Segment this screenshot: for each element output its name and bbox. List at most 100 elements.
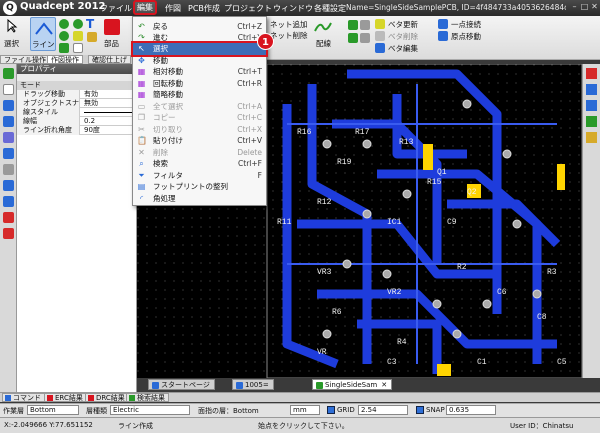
menu-item-copy[interactable]: ❐ コピー Ctrl+C [133, 112, 266, 124]
pcb-pad [512, 219, 522, 229]
tab-start-page[interactable]: スタートページ [148, 379, 215, 390]
tab-1005[interactable]: 1005= [232, 379, 274, 390]
property-value[interactable]: 0.2 [81, 117, 137, 126]
dimension-tool-icon[interactable] [87, 32, 97, 42]
image-tool-icon[interactable] [73, 43, 83, 53]
menu-item-shortcut: Ctrl+T [237, 67, 262, 76]
layer-type-select[interactable]: Electric [110, 405, 190, 415]
tab-drc-result[interactable]: DRC結果 [85, 393, 129, 402]
property-value[interactable]: 90度 [81, 126, 137, 135]
circle-tool-icon[interactable] [59, 19, 69, 29]
unit-select[interactable]: mm [290, 405, 320, 415]
pcb-pad [362, 209, 372, 219]
pcb-pad [362, 139, 372, 149]
menu-pcb[interactable]: PCB作成 [188, 3, 220, 14]
origin-move-button[interactable]: 原点移動 [451, 31, 481, 42]
tab-close-icon[interactable]: ✕ [381, 381, 387, 389]
relative-move-icon: ▦ [137, 67, 146, 76]
beta-toolbar-icon-2[interactable] [348, 33, 358, 43]
title-bar: Q Quadcept 2012 ファイル 編集 作図 PCB作成 プロジェクト … [0, 0, 600, 16]
property-row[interactable]: ライン折れ角度 90度 [17, 126, 137, 135]
menu-item-select-cursor[interactable]: ↖ 選択 [133, 43, 266, 55]
measure-icon[interactable] [3, 180, 14, 191]
select-tool-button[interactable]: 選択 [4, 38, 19, 49]
pcb-component-label: R15 [427, 178, 442, 187]
net-add-button[interactable]: ネット追加 [270, 19, 308, 30]
tab-file-ops[interactable]: ファイル操作 [0, 55, 50, 64]
beta-delete-button[interactable]: ベタ削除 [388, 31, 418, 42]
drc-icon[interactable] [3, 212, 14, 223]
line-style-swatch[interactable] [81, 108, 137, 117]
zoom-area-icon[interactable] [3, 132, 14, 143]
point-snap-button[interactable]: 一点接続 [451, 19, 481, 30]
beta-update-button[interactable]: ベタ更新 [388, 19, 418, 30]
text-tool-icon[interactable]: T [86, 17, 94, 31]
property-section-mode[interactable]: モード [17, 81, 137, 90]
menu-settings[interactable]: 各種設定 [314, 3, 346, 14]
tab-search-result[interactable]: 検索結果 [126, 393, 169, 402]
beta-toolbar-icon-3[interactable] [360, 20, 370, 30]
net-delete-button[interactable]: ネット削除 [270, 30, 308, 41]
tab-command[interactable]: コマンド [2, 393, 45, 402]
maximize-icon[interactable]: □ [580, 2, 589, 11]
close-icon[interactable]: ✕ [590, 2, 599, 11]
menu-draw[interactable]: 作図 [165, 3, 181, 14]
property-row[interactable]: ドラッグ移動 有効 [17, 90, 137, 99]
polygon-tool-icon[interactable] [59, 43, 69, 53]
menu-item-search[interactable]: ⌕ 検索 Ctrl+F [133, 158, 266, 170]
arrange-button[interactable]: 配線 [316, 38, 331, 49]
pcb-icon [316, 382, 323, 389]
menu-file[interactable]: ファイル [100, 3, 132, 14]
grid-label: GRID [337, 406, 355, 414]
pcb-component-label: VR2 [387, 288, 402, 297]
zoom-out-icon[interactable] [3, 116, 14, 127]
tab-single-side-sample[interactable]: SingleSideSam ✕ [312, 379, 393, 390]
property-row[interactable]: オブジェクトスナ 無効 [17, 99, 137, 108]
tab-erc-result[interactable]: ERC結果 [44, 393, 87, 402]
menu-item-simple-move[interactable]: ▦ 簡略移動 [133, 89, 266, 101]
component-button[interactable]: 部品 [104, 38, 119, 49]
menu-item-footprint-align[interactable]: ▤ フットプリントの整列 [133, 181, 266, 193]
beta-toolbar-icon-4[interactable] [360, 33, 370, 43]
zoom-in-icon[interactable] [3, 100, 14, 111]
minimize-icon[interactable]: – [570, 2, 579, 11]
tab-check-finish[interactable]: 確認仕上げ [88, 55, 131, 64]
fill-tool-icon[interactable] [73, 31, 83, 41]
pcb-component-label: VR [317, 348, 327, 357]
menu-item-label: 選択 [153, 44, 168, 53]
menu-item-paste[interactable]: 📋 貼り付け Ctrl+V [133, 135, 266, 147]
right-tool-icon[interactable] [586, 132, 597, 143]
grid-checkbox[interactable] [327, 406, 335, 414]
ellipse-tool-icon[interactable] [73, 19, 83, 29]
menu-window[interactable]: ウィンドウ [273, 3, 313, 14]
menu-item-label: 角処理 [153, 194, 176, 203]
menu-edit[interactable]: 編集 [133, 0, 157, 15]
pan-icon[interactable] [3, 164, 14, 175]
erc-icon[interactable] [3, 228, 14, 239]
property-value[interactable]: 無効 [81, 99, 137, 108]
cursor-icon[interactable] [3, 84, 14, 95]
layer-select[interactable]: Bottom [27, 405, 79, 415]
right-tool-icon[interactable] [586, 84, 597, 95]
layer-icon[interactable] [3, 196, 14, 207]
menu-project[interactable]: プロジェクト [224, 3, 272, 14]
property-row[interactable]: 線幅 0.2 [17, 117, 137, 126]
pcb-pad [402, 189, 412, 199]
zoom-fit-icon[interactable] [3, 148, 14, 159]
arc-tool-icon[interactable] [59, 31, 69, 41]
grid-select[interactable]: 2.54 [358, 405, 408, 415]
beta-edit-button[interactable]: ベタ編集 [388, 43, 418, 54]
right-tool-icon[interactable] [586, 116, 597, 127]
snap-select[interactable]: 0.635 [446, 405, 496, 415]
tab-draw-ops[interactable]: 作図操作 [47, 55, 83, 64]
menu-item-corner[interactable]: ◜ 角処理 [133, 193, 266, 205]
property-value[interactable]: 有効 [81, 90, 137, 99]
back-arrow-icon[interactable] [3, 68, 14, 79]
property-row[interactable]: 線スタイル [17, 108, 137, 117]
line-tool-button[interactable]: ライン [30, 17, 56, 51]
right-tool-icon[interactable] [586, 68, 597, 79]
beta-toolbar-icon[interactable] [348, 20, 358, 30]
right-tool-icon[interactable] [586, 100, 597, 111]
menu-item-relative-move[interactable]: ▦ 相対移動 Ctrl+T [133, 66, 266, 78]
snap-checkbox[interactable] [416, 406, 424, 414]
